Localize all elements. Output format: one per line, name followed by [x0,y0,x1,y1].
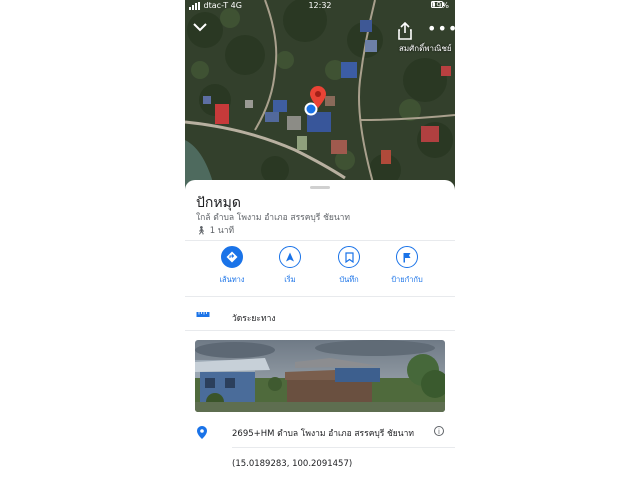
save-button[interactable]: บันทึก [319,246,379,286]
battery-status: 19% [431,1,449,10]
divider [185,330,455,331]
save-label: บันทึก [339,275,359,284]
measure-distance-row[interactable]: วัดระยะทาง [185,306,455,326]
phone-screen: dtac-T 4G 12:32 19% •• สมศักดิ์พาณิชย์ ป… [185,0,455,480]
action-bar: เส้นทาง เริ่ม บันทึก ป้ายกำกับ [185,246,455,294]
label-label: ป้ายกำกับ [391,275,423,284]
walking-icon: 🚶︎ [196,226,207,236]
directions-icon [221,246,243,268]
navigation-icon [279,246,301,268]
info-icon[interactable]: i [434,426,444,436]
place-subtitle: ใกล้ ตำบล โพงาม อำเภอ สรรคบุรี ชัยนาท [196,213,351,223]
location-pin-icon [197,426,207,439]
walk-time: 🚶︎ 1 นาที [196,223,234,237]
divider [185,296,455,297]
more-options-button[interactable]: ••• [427,21,455,40]
start-label: เริ่ม [284,275,296,284]
measure-distance-label: วัดระยะทาง [232,314,276,324]
divider [232,447,455,448]
status-time: 12:32 [308,1,332,10]
red-pin-icon[interactable] [310,86,326,108]
label-button[interactable]: ป้ายกำกับ [377,246,437,286]
address-row[interactable]: 2695+HM ตำบล โพงาม อำเภอ สรรคบุรี ชัยนาท… [185,424,455,444]
street-view-photo[interactable] [195,340,445,412]
street-view-image [195,340,445,412]
collapse-button[interactable] [193,22,213,42]
bookmark-icon [338,246,360,268]
directions-button[interactable]: เส้นทาง [202,246,262,286]
more-horiz-icon: ••• [427,19,455,38]
status-bar: dtac-T 4G 12:32 19% [185,0,455,13]
divider [185,240,455,241]
place-sheet: ปักหมุด ใกล้ ตำบล โพงาม อำเภอ สรรคบุรี ช… [185,180,455,480]
ruler-icon [196,312,210,317]
start-button[interactable]: เริ่ม [260,246,320,286]
coordinates-text[interactable]: (15.0189283, 100.2091457) [232,459,352,469]
share-button[interactable] [397,22,415,40]
map-place-label[interactable]: สมศักดิ์พาณิชย์ [399,42,452,55]
plus-code-address: 2695+HM ตำบล โพงาม อำเภอ สรรคบุรี ชัยนาท [232,429,414,439]
directions-label: เส้นทาง [219,275,245,284]
share-icon [398,22,412,40]
drag-handle[interactable] [310,186,330,189]
walk-time-text: 1 นาที [209,226,235,236]
battery-icon [431,1,445,8]
map-view[interactable]: dtac-T 4G 12:32 19% •• สมศักดิ์พาณิชย์ [185,0,455,190]
flag-icon [396,246,418,268]
chevron-down-icon [193,23,207,32]
